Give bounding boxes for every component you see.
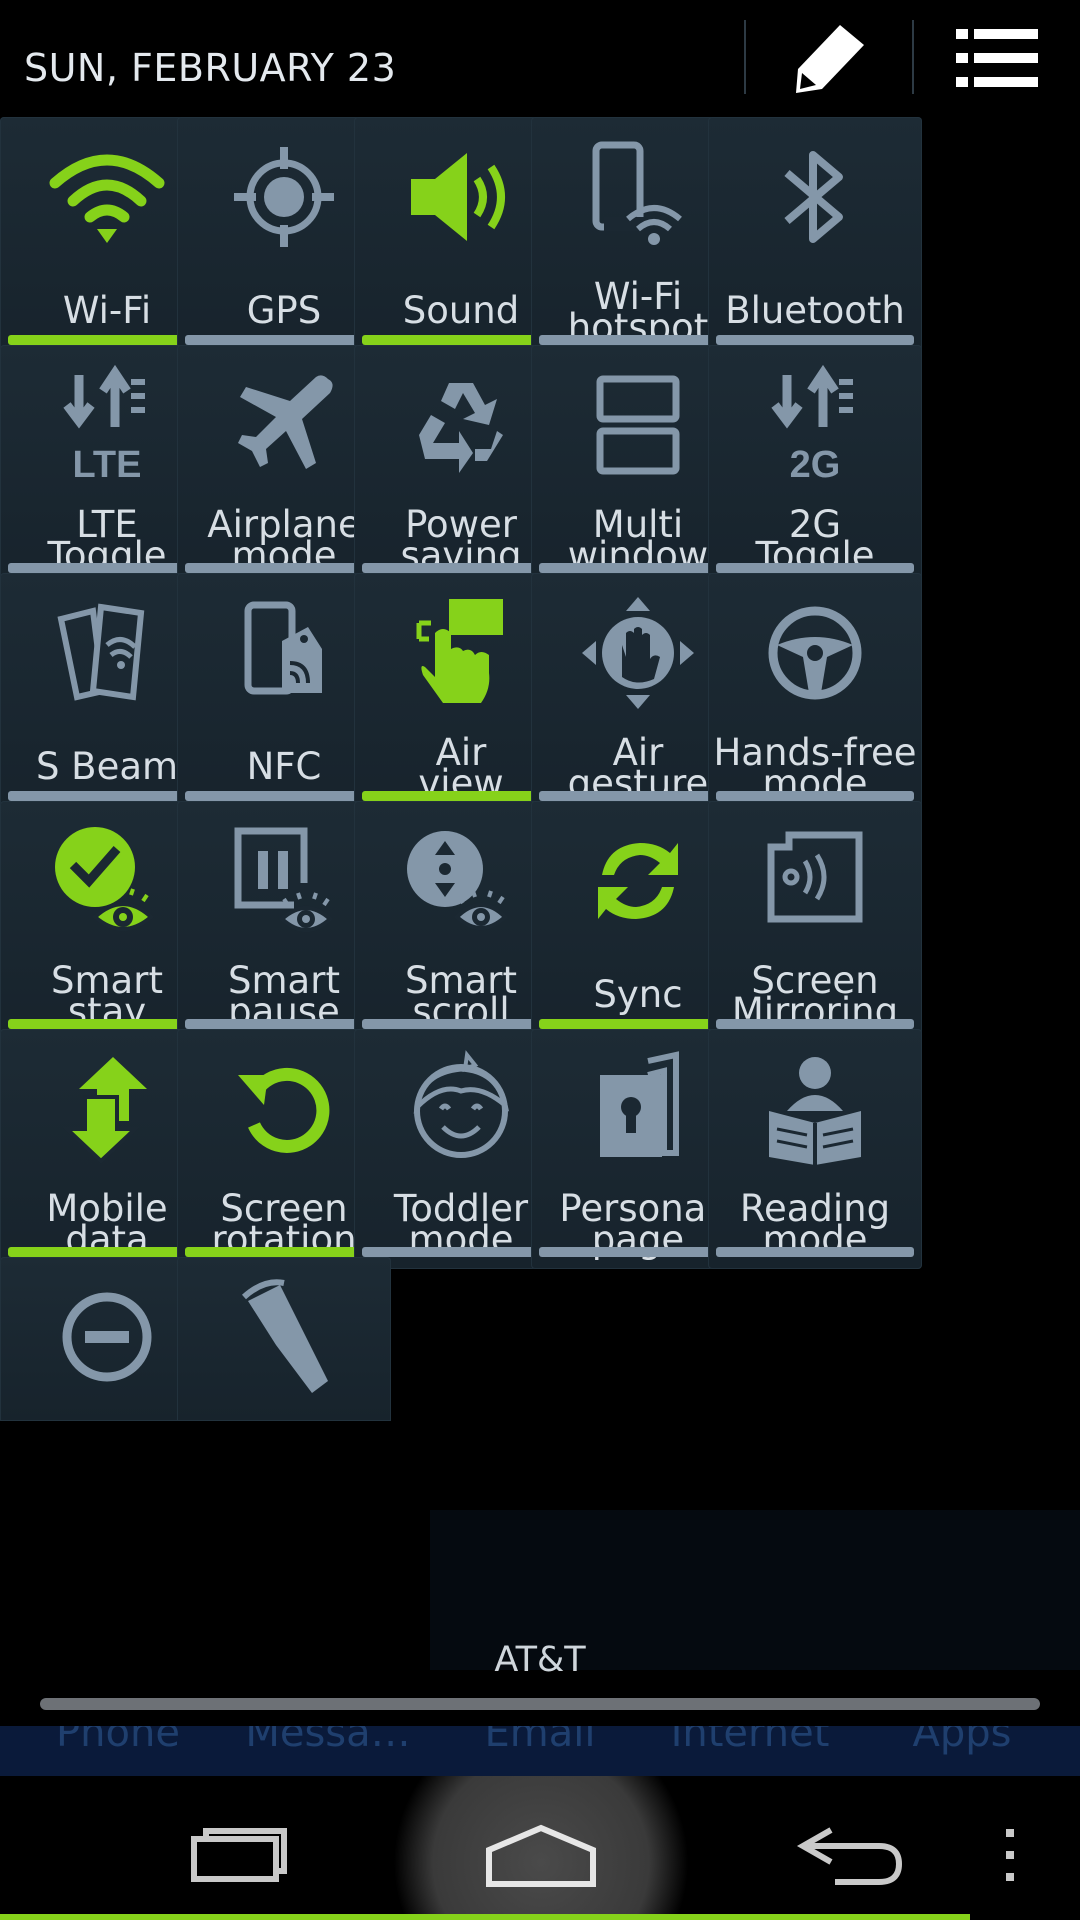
date-label: SUN, FEBRUARY 23 xyxy=(24,46,397,90)
tile-label: Hands-free mode xyxy=(713,731,917,805)
tile-label: Reading mode xyxy=(739,1187,891,1261)
notification-header: SUN, FEBRUARY 23 xyxy=(0,0,1080,116)
edit-button[interactable] xyxy=(770,16,890,100)
tile-label: Screen Mirroring xyxy=(731,959,899,1033)
back-icon xyxy=(796,1827,903,1885)
svg-text:2G: 2G xyxy=(790,444,841,485)
list-icon xyxy=(956,29,1038,87)
carrier-label: AT&T xyxy=(494,1640,586,1680)
tile-flashlight[interactable] xyxy=(177,1257,391,1421)
reading-icon xyxy=(708,1049,922,1169)
flashlight-icon xyxy=(177,1277,391,1397)
dock: Phone Messa… Email Internet Apps xyxy=(0,1726,1080,1776)
status-bar xyxy=(716,563,914,573)
svg-text:LTE: LTE xyxy=(73,444,142,485)
dock-label[interactable]: Email xyxy=(440,1726,640,1756)
tile-2g[interactable]: 2G 2G Toggle xyxy=(708,345,922,585)
header-divider xyxy=(744,20,746,94)
bluetooth-icon xyxy=(708,137,922,257)
menu-button[interactable] xyxy=(960,1800,1060,1910)
status-bar xyxy=(716,791,914,801)
2g-icon: 2G xyxy=(708,365,922,485)
status-bar xyxy=(716,1247,914,1257)
menu-icon xyxy=(1006,1829,1014,1881)
tile-bluetooth[interactable]: Bluetooth xyxy=(708,117,922,357)
home-icon xyxy=(486,1824,596,1887)
recent-apps-button[interactable] xyxy=(170,1800,300,1910)
progress-indicator xyxy=(0,1914,970,1920)
recent-apps-icon xyxy=(191,1828,287,1882)
dock-label[interactable]: Phone xyxy=(18,1726,218,1756)
tile-steering-wheel[interactable]: Hands-free mode xyxy=(708,573,922,813)
dock-label[interactable]: Messa… xyxy=(228,1726,428,1756)
drag-handle[interactable] xyxy=(40,1698,1040,1710)
header-divider xyxy=(912,20,914,94)
pencil-icon xyxy=(796,25,864,93)
steering-wheel-icon xyxy=(708,593,922,713)
status-bar xyxy=(716,1019,914,1029)
tile-label: 2G Toggle xyxy=(755,503,875,577)
dock-label[interactable]: Internet xyxy=(650,1726,850,1756)
back-button[interactable] xyxy=(785,1800,915,1910)
dock-label[interactable]: Apps xyxy=(862,1726,1062,1756)
screen-mirroring-icon xyxy=(708,821,922,941)
list-button[interactable] xyxy=(938,16,1058,100)
status-bar xyxy=(716,335,914,345)
tile-label: Bluetooth xyxy=(725,289,905,332)
tile-reading[interactable]: Reading mode xyxy=(708,1029,922,1269)
home-button[interactable] xyxy=(476,1800,606,1910)
tile-screen-mirroring[interactable]: Screen Mirroring xyxy=(708,801,922,1041)
